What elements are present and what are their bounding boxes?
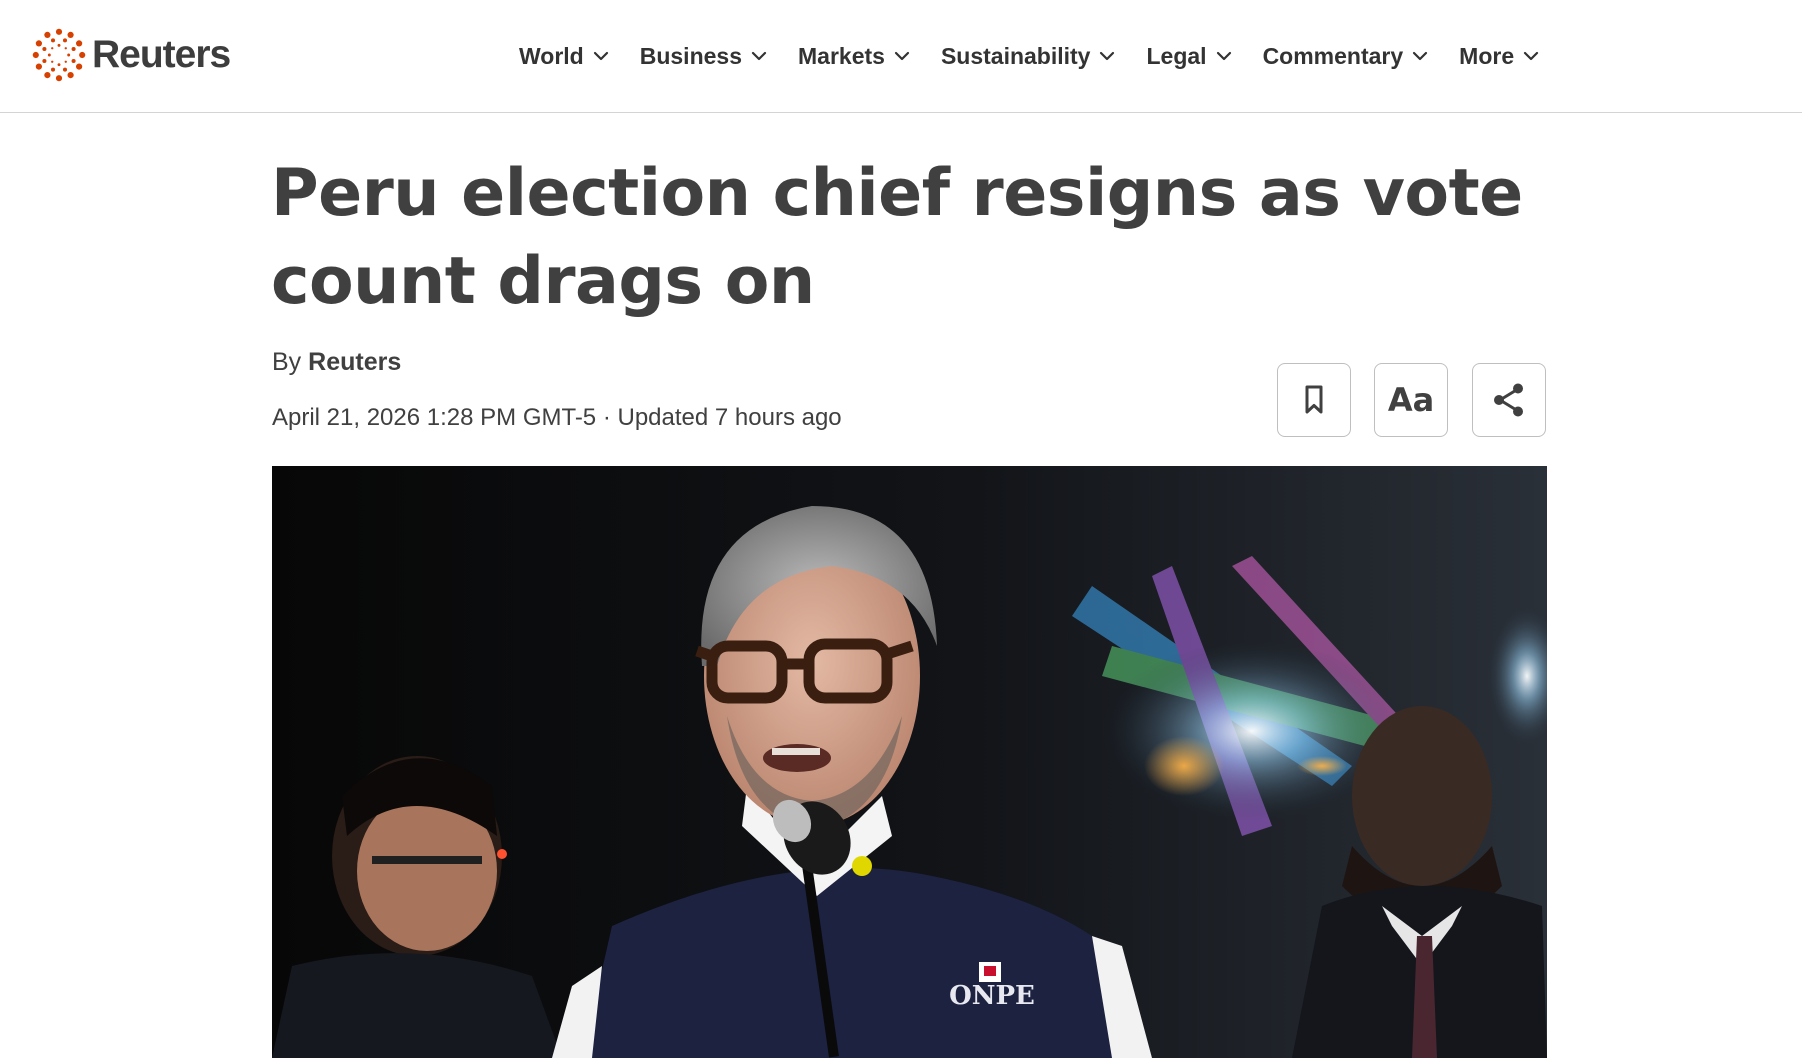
nav-item-label: Business bbox=[639, 42, 742, 69]
nav-item-label: World bbox=[519, 42, 584, 69]
nav-item-business[interactable]: Business bbox=[640, 43, 768, 70]
nav-item-label: Commentary bbox=[1262, 42, 1404, 69]
chevron-down-icon bbox=[1524, 51, 1539, 61]
byline-prefix: By bbox=[272, 348, 302, 376]
nav-item-world[interactable]: World bbox=[519, 43, 610, 70]
nav-item-label: Legal bbox=[1146, 42, 1207, 69]
nav-item-markets[interactable]: Markets bbox=[798, 43, 911, 70]
chevron-down-icon bbox=[1413, 51, 1428, 61]
article-dateline: April 21, 2026 1:28 PM GMT-5 · Updated 7… bbox=[272, 404, 842, 431]
bookmark-icon bbox=[1305, 385, 1323, 414]
font-size-label: Aa bbox=[1387, 381, 1435, 419]
font-size-button[interactable]: Aa bbox=[1374, 363, 1448, 437]
lead-image[interactable]: ONPE bbox=[272, 466, 1547, 1058]
chevron-down-icon bbox=[1216, 51, 1231, 61]
chevron-down-icon bbox=[593, 51, 608, 61]
site-header: Reuters World Business Markets Sustainab… bbox=[0, 0, 1802, 113]
chevron-down-icon bbox=[894, 51, 910, 61]
share-button[interactable] bbox=[1472, 363, 1546, 437]
bookmark-button[interactable] bbox=[1277, 363, 1351, 437]
nav-item-more[interactable]: More bbox=[1459, 43, 1540, 70]
lead-photo: ONPE bbox=[272, 466, 1547, 1058]
vest-logo-text: ONPE bbox=[949, 981, 1035, 1011]
nav-item-label: Sustainability bbox=[940, 42, 1091, 69]
nav-item-label: Markets bbox=[798, 42, 885, 69]
main-nav: World Business Markets Sustainability Le… bbox=[519, 34, 1540, 78]
nav-item-sustainability[interactable]: Sustainability bbox=[941, 43, 1117, 70]
reuters-wordmark: Reuters bbox=[92, 33, 231, 76]
share-icon bbox=[1494, 383, 1523, 417]
article-headline: Peru election chief resigns as vote coun… bbox=[271, 156, 1523, 319]
chevron-down-icon bbox=[751, 51, 767, 61]
nav-item-label: More bbox=[1459, 42, 1515, 69]
byline: By Reuters bbox=[272, 348, 401, 377]
nav-item-legal[interactable]: Legal bbox=[1146, 43, 1232, 70]
author-link[interactable]: Reuters bbox=[308, 348, 401, 376]
reuters-logo-icon bbox=[32, 28, 86, 82]
chevron-down-icon bbox=[1100, 51, 1115, 61]
nav-item-commentary[interactable]: Commentary bbox=[1263, 43, 1430, 70]
reuters-logo[interactable]: Reuters bbox=[30, 27, 231, 83]
